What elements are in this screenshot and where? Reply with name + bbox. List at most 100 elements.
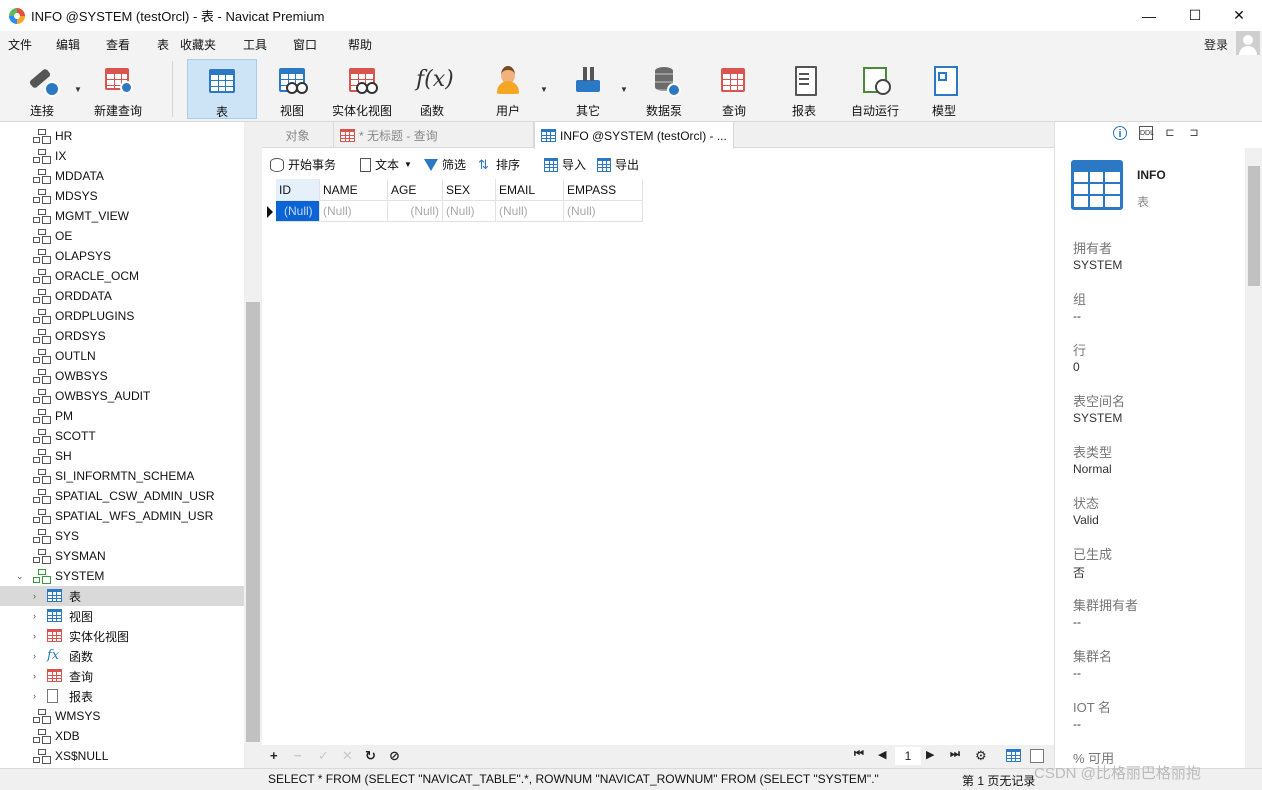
- import-button[interactable]: 导入: [544, 156, 586, 173]
- er-diagram-icon[interactable]: ⊐: [1187, 126, 1201, 140]
- tree-item-sys[interactable]: SYS: [0, 526, 244, 546]
- delete-record-button[interactable]: −: [294, 748, 302, 763]
- toolbar-materialized-view-button[interactable]: 实体化视图: [328, 59, 396, 119]
- tree-item-system[interactable]: ⌄ SYSTEM: [0, 566, 244, 586]
- tree-item-xdb[interactable]: XDB: [0, 726, 244, 746]
- ddl-icon[interactable]: DDL: [1139, 126, 1154, 140]
- user-dropdown-icon[interactable]: ▼: [540, 85, 548, 94]
- toolbar-datapump-button[interactable]: 数据泵: [634, 59, 694, 119]
- filter-button[interactable]: 筛选: [424, 156, 466, 173]
- tree-item-system-view[interactable]: › 视图: [0, 606, 244, 626]
- expand-chevron-icon[interactable]: ›: [33, 671, 36, 681]
- apply-changes-button[interactable]: ✓: [318, 748, 329, 764]
- tab-objects[interactable]: 对象: [262, 122, 334, 148]
- tree-item-mdsys[interactable]: MDSYS: [0, 186, 244, 206]
- menu-view[interactable]: 查看: [106, 36, 130, 53]
- tree-scrollbar[interactable]: [244, 122, 262, 768]
- grid-cell-email[interactable]: (Null): [496, 201, 564, 222]
- login-link[interactable]: 登录: [1204, 36, 1228, 53]
- grid-cell-id[interactable]: (Null): [276, 201, 320, 222]
- expand-chevron-icon[interactable]: ›: [33, 591, 36, 601]
- tree-item-system-func[interactable]: › fx 函数: [0, 646, 244, 666]
- toolbar-other-button[interactable]: 其它: [558, 59, 618, 119]
- tree-item-xs-null[interactable]: XS$NULL: [0, 746, 244, 766]
- menu-window[interactable]: 窗口: [293, 36, 317, 53]
- page-number-input[interactable]: 1: [895, 747, 921, 765]
- begin-transaction-button[interactable]: 开始事务: [270, 156, 336, 173]
- first-page-button[interactable]: ⏮: [854, 748, 864, 761]
- expand-chevron-icon[interactable]: ›: [33, 611, 36, 621]
- connect-dropdown-icon[interactable]: ▼: [74, 85, 82, 94]
- toolbar-automation-button[interactable]: 自动运行: [844, 59, 906, 119]
- discard-changes-button[interactable]: ✕: [342, 748, 353, 764]
- tree-item-ix[interactable]: IX: [0, 146, 244, 166]
- column-header-empass[interactable]: EMPASS: [564, 179, 643, 201]
- column-header-id[interactable]: ID: [276, 179, 320, 201]
- collapse-chevron-icon[interactable]: ⌄: [16, 571, 24, 582]
- column-header-email[interactable]: EMAIL: [496, 179, 564, 201]
- tree-item-si_informtn_schema[interactable]: SI_INFORMTN_SCHEMA: [0, 466, 244, 486]
- toolbar-report-button[interactable]: 报表: [774, 59, 834, 119]
- tree-item-owbsys[interactable]: OWBSYS: [0, 366, 244, 386]
- tree-item-ordsys[interactable]: ORDSYS: [0, 326, 244, 346]
- maximize-button[interactable]: ☐: [1172, 0, 1218, 31]
- tree-item-system-report[interactable]: › 报表: [0, 686, 244, 706]
- form-view-toggle-icon[interactable]: [1030, 749, 1044, 763]
- menu-table[interactable]: 表: [157, 36, 169, 53]
- toolbar-view-button[interactable]: 视图: [262, 59, 322, 119]
- tree-item-sh[interactable]: SH: [0, 446, 244, 466]
- grid-cell-empass[interactable]: (Null): [564, 201, 643, 222]
- menu-favorites[interactable]: 收藏夹: [180, 36, 216, 53]
- next-page-button[interactable]: ▶: [926, 748, 934, 761]
- tree-item-olapsys[interactable]: OLAPSYS: [0, 246, 244, 266]
- tree-item-system-mview[interactable]: › 实体化视图: [0, 626, 244, 646]
- tree-item-orddata[interactable]: ORDDATA: [0, 286, 244, 306]
- stop-button[interactable]: ⊘: [389, 748, 400, 764]
- settings-gear-icon[interactable]: ⚙: [975, 748, 987, 764]
- tree-item-system-query[interactable]: › 查询: [0, 666, 244, 686]
- close-button[interactable]: ✕: [1216, 0, 1262, 31]
- column-header-age[interactable]: AGE: [388, 179, 443, 201]
- tree-item-spatial_wfs_admin_usr[interactable]: SPATIAL_WFS_ADMIN_USR: [0, 506, 244, 526]
- tab-untitled-query[interactable]: * 无标题 - 查询: [334, 122, 534, 148]
- expand-chevron-icon[interactable]: ›: [33, 691, 36, 701]
- tree-item-scott[interactable]: SCOTT: [0, 426, 244, 446]
- menu-help[interactable]: 帮助: [348, 36, 372, 53]
- add-record-button[interactable]: +: [270, 748, 278, 763]
- column-header-name[interactable]: NAME: [320, 179, 388, 201]
- grid-cell-sex[interactable]: (Null): [443, 201, 496, 222]
- grid-view-toggle-icon[interactable]: [1006, 749, 1021, 762]
- tree-item-owbsys_audit[interactable]: OWBSYS_AUDIT: [0, 386, 244, 406]
- menu-edit[interactable]: 编辑: [56, 36, 80, 53]
- last-page-button[interactable]: ⏭: [950, 748, 960, 761]
- toolbar-user-button[interactable]: 用户: [478, 59, 538, 119]
- tab-info-table[interactable]: INFO @SYSTEM (testOrcl) - ...: [534, 122, 734, 149]
- info-panel-scrollbar-thumb[interactable]: [1248, 166, 1260, 286]
- sort-button[interactable]: ⇅ 排序: [478, 156, 520, 173]
- other-dropdown-icon[interactable]: ▼: [620, 85, 628, 94]
- expand-chevron-icon[interactable]: ›: [33, 631, 36, 641]
- refresh-button[interactable]: ↻: [365, 748, 376, 764]
- info-icon[interactable]: i: [1113, 126, 1127, 140]
- tree-item-pm[interactable]: PM: [0, 406, 244, 426]
- tree-item-sysman[interactable]: SYSMAN: [0, 546, 244, 566]
- prev-page-button[interactable]: ◀: [878, 748, 886, 761]
- expand-chevron-icon[interactable]: ›: [33, 651, 36, 661]
- toolbar-function-button[interactable]: f(x) 函数: [402, 59, 462, 119]
- export-button[interactable]: 导出: [597, 156, 639, 173]
- info-panel-scrollbar[interactable]: [1245, 148, 1262, 768]
- tree-item-wmsys[interactable]: WMSYS: [0, 706, 244, 726]
- tree-item-mddata[interactable]: MDDATA: [0, 166, 244, 186]
- text-button[interactable]: 文本 ▼: [360, 156, 412, 173]
- tree-item-ordplugins[interactable]: ORDPLUGINS: [0, 306, 244, 326]
- tree-item-outln[interactable]: OUTLN: [0, 346, 244, 366]
- toolbar-query-button[interactable]: 查询: [704, 59, 764, 119]
- grid-cell-name[interactable]: (Null): [320, 201, 388, 222]
- minimize-button[interactable]: —: [1126, 0, 1172, 31]
- grid-cell-age[interactable]: (Null): [388, 201, 443, 222]
- toolbar-model-button[interactable]: 模型: [914, 59, 974, 119]
- toolbar-connect-button[interactable]: 连接: [14, 59, 70, 119]
- dependency-icon[interactable]: ⊏: [1163, 126, 1177, 140]
- tree-item-system-table[interactable]: › 表: [0, 586, 244, 606]
- tree-item-mgmt_view[interactable]: MGMT_VIEW: [0, 206, 244, 226]
